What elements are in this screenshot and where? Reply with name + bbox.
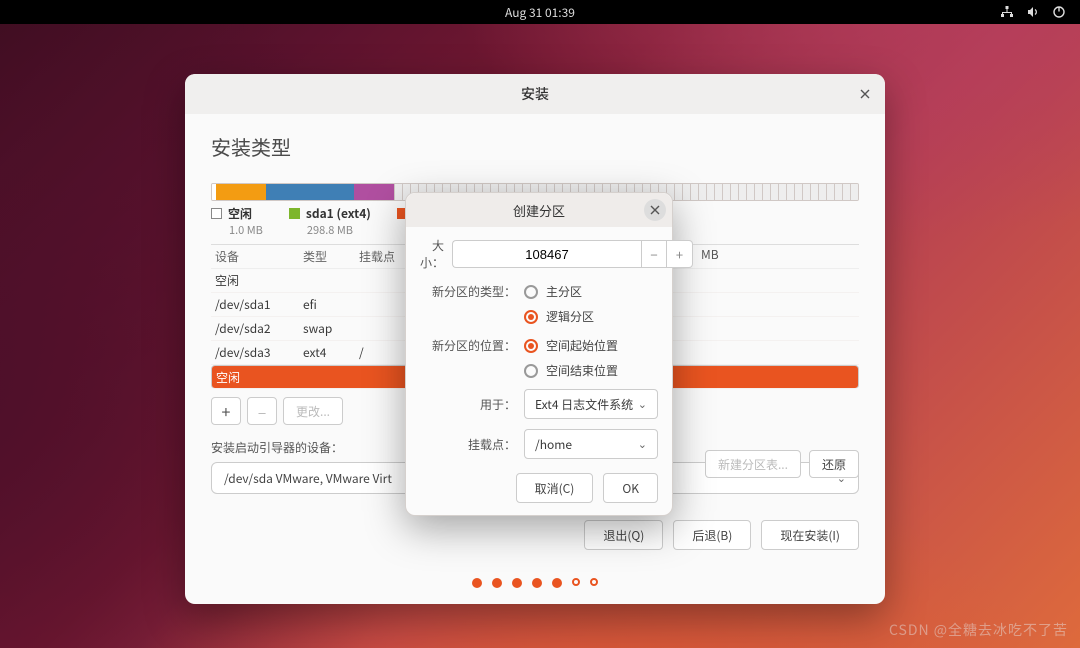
step-dot <box>552 578 562 588</box>
top-menubar: Aug 31 01:39 <box>0 0 1080 24</box>
use-as-label: 用于： <box>420 396 516 413</box>
wizard-buttons: 退出(Q) 后退(B) 现在安装(I) <box>584 520 859 550</box>
chevron-down-icon: ⌄ <box>638 436 647 452</box>
clock: Aug 31 01:39 <box>505 4 575 21</box>
table-side-buttons: 新建分区表... 还原 <box>705 450 859 478</box>
network-icon[interactable] <box>1000 5 1014 19</box>
watermark: CSDN @全糖去冰吃不了苦 <box>889 620 1068 640</box>
radio-location-end[interactable]: 空间结束位置 <box>524 362 618 379</box>
dialog-ok-button[interactable]: OK <box>603 473 658 503</box>
step-dot <box>590 578 598 586</box>
step-dot <box>472 578 482 588</box>
window-close-button[interactable] <box>855 84 875 104</box>
size-spinner: − + MB <box>452 240 719 268</box>
power-icon[interactable] <box>1052 5 1066 19</box>
back-button[interactable]: 后退(B) <box>673 520 751 550</box>
step-dot <box>492 578 502 588</box>
radio-logical[interactable]: 逻辑分区 <box>524 308 594 325</box>
dialog-close-button[interactable] <box>644 199 666 221</box>
filesystem-select[interactable]: Ext4 日志文件系统 ⌄ <box>524 389 658 419</box>
radio-location-begin[interactable]: 空间起始位置 <box>524 337 618 354</box>
page-heading: 安装类型 <box>211 132 859 161</box>
step-dot <box>512 578 522 588</box>
new-partition-table-button[interactable]: 新建分区表... <box>705 450 801 478</box>
progress-dots <box>185 578 885 588</box>
partition-location-label: 新分区的位置： <box>420 335 516 354</box>
size-plus-button[interactable]: + <box>667 240 693 268</box>
mount-point-select[interactable]: /home ⌄ <box>524 429 658 459</box>
create-partition-dialog: 创建分区 大小： − + MB 新分区的类型： 主分区 逻辑分区 <box>405 192 673 516</box>
step-dot <box>532 578 542 588</box>
bootloader-value: /dev/sda VMware, VMware Virt <box>224 470 392 487</box>
size-label: 大小： <box>420 237 444 271</box>
window-title: 安装 <box>521 84 549 104</box>
quit-button[interactable]: 退出(Q) <box>584 520 663 550</box>
partition-type-label: 新分区的类型： <box>420 281 516 300</box>
dialog-titlebar: 创建分区 <box>406 193 672 227</box>
legend-free: 空闲 1.0 MB <box>211 205 263 238</box>
dialog-title: 创建分区 <box>513 201 565 220</box>
add-partition-button[interactable]: + <box>211 397 241 425</box>
radio-primary[interactable]: 主分区 <box>524 283 594 300</box>
chevron-down-icon: ⌄ <box>638 396 647 412</box>
legend-sda1: sda1 (ext4) 298.8 MB <box>289 205 371 238</box>
window-titlebar: 安装 <box>185 74 885 114</box>
remove-partition-button[interactable]: – <box>247 397 277 425</box>
volume-icon[interactable] <box>1026 5 1040 19</box>
install-now-button[interactable]: 现在安装(I) <box>761 520 859 550</box>
size-minus-button[interactable]: − <box>641 240 667 268</box>
size-unit: MB <box>701 246 719 263</box>
system-tray <box>1000 0 1066 24</box>
change-partition-button[interactable]: 更改... <box>283 397 343 425</box>
mount-point-label: 挂载点： <box>420 436 516 453</box>
step-dot <box>572 578 580 586</box>
dialog-cancel-button[interactable]: 取消(C) <box>516 473 594 503</box>
revert-button[interactable]: 还原 <box>809 450 859 478</box>
size-input[interactable] <box>452 240 641 268</box>
